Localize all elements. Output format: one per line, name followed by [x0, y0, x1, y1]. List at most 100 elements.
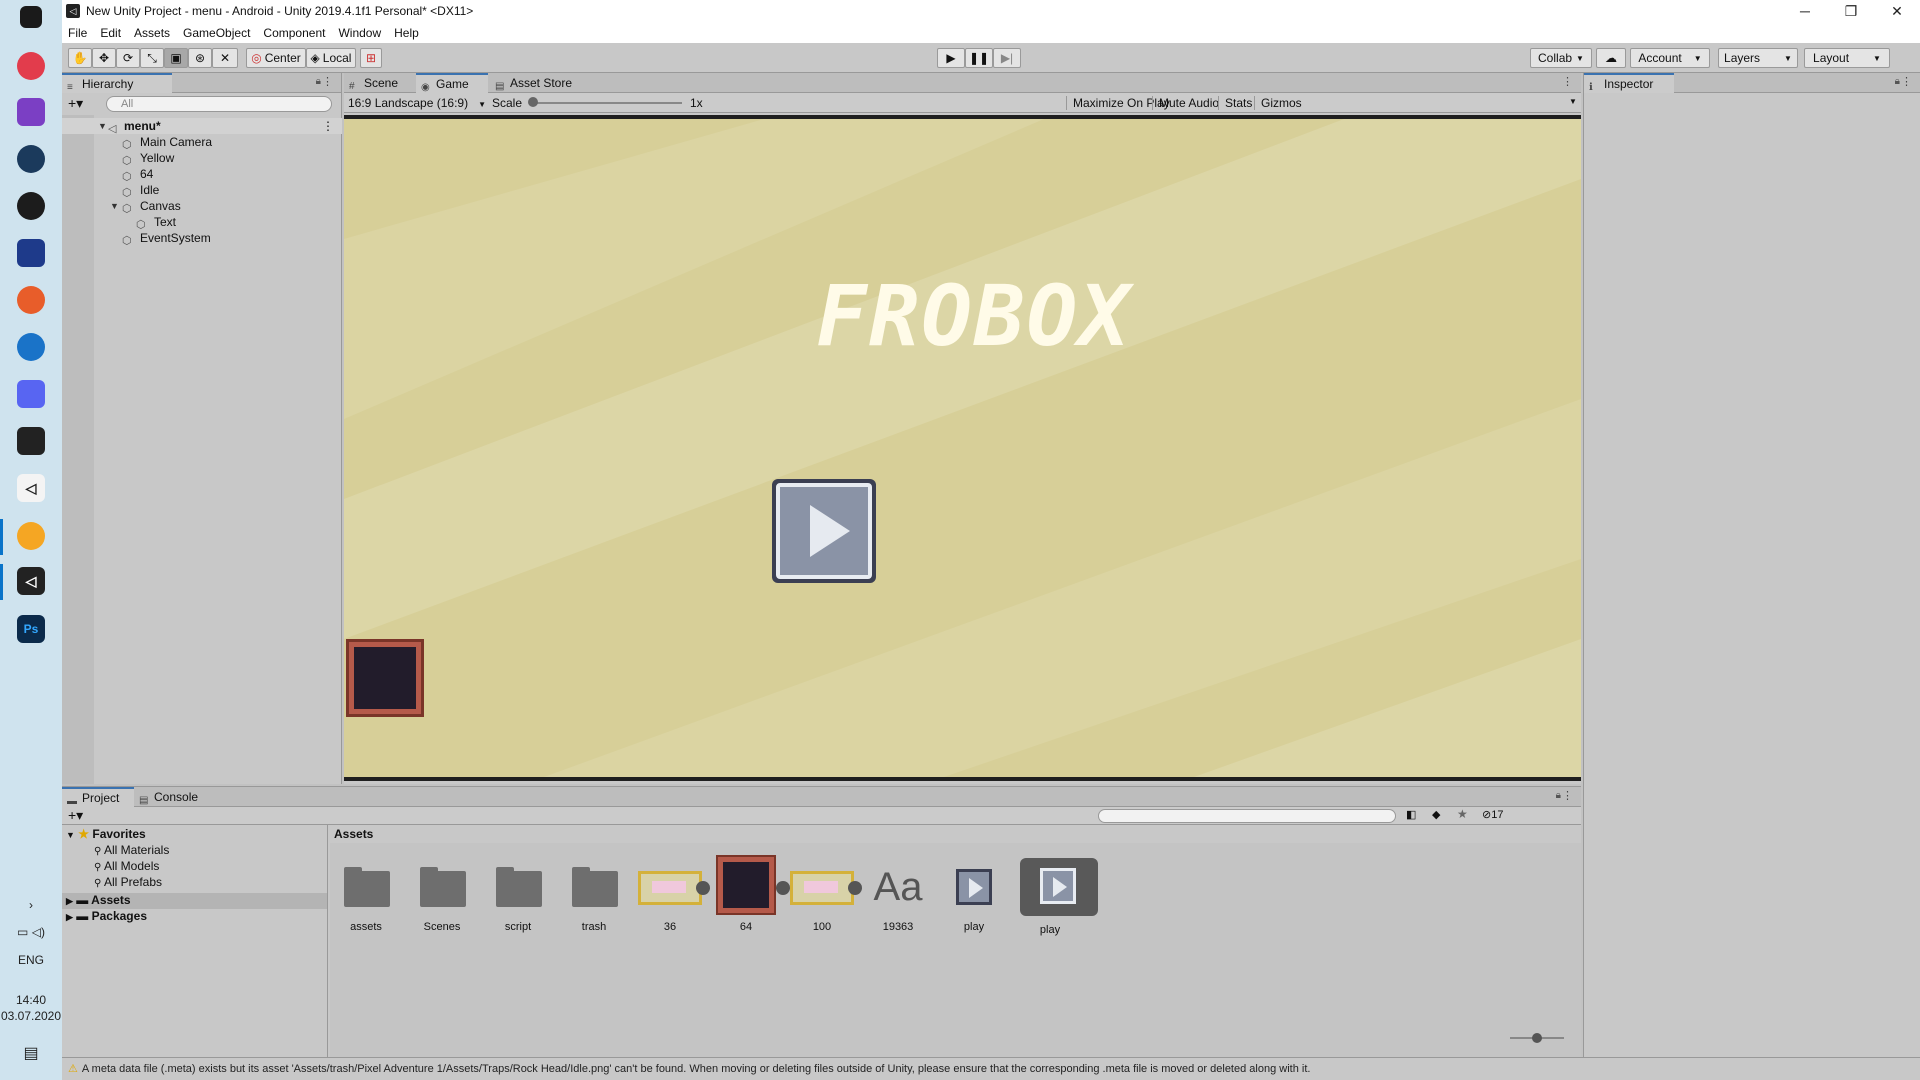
gizmos-dropdown[interactable]: Gizmos	[1254, 96, 1302, 110]
expand-arrow-icon[interactable]: ▼	[98, 118, 107, 134]
status-bar[interactable]: ⚠ A meta data file (.meta) exists but its…	[62, 1057, 1920, 1080]
hand-tool-icon[interactable]: ✋	[68, 48, 92, 68]
hierarchy-item[interactable]: ⬡ Text	[62, 214, 342, 231]
account-dropdown[interactable]: Account ▼	[1630, 48, 1710, 68]
lock-icon[interactable]: 🔒︎	[316, 76, 321, 87]
hierarchy-scene-row[interactable]: ▼ ◁ menu* ⋮	[62, 118, 342, 135]
minimize-button[interactable]: ─	[1782, 0, 1828, 22]
tab-game[interactable]: ◉ Game	[416, 73, 488, 93]
asset-sprite[interactable]: 64	[716, 855, 790, 933]
lock-icon[interactable]: 🔒︎	[1895, 76, 1900, 87]
asset-folder[interactable]: trash	[564, 861, 624, 933]
tab-hierarchy[interactable]: ≡ Hierarchy	[62, 73, 172, 93]
menu-gameobject[interactable]: GameObject	[183, 26, 250, 40]
tab-scene[interactable]: # Scene	[344, 73, 416, 93]
layout-dropdown[interactable]: Layout ▼	[1804, 48, 1890, 68]
language-indicator[interactable]: ENG	[0, 953, 62, 967]
app-icon[interactable]	[17, 192, 45, 220]
favorites-node[interactable]: ▼ ★ Favorites	[66, 827, 146, 841]
maximize-button[interactable]: ❐	[1828, 0, 1874, 22]
app-icon[interactable]	[17, 239, 45, 267]
opera-icon[interactable]	[17, 52, 45, 80]
menu-edit[interactable]: Edit	[100, 26, 121, 40]
asset-font[interactable]: Aa 19363	[868, 861, 928, 933]
rect-tool-icon[interactable]: ▣	[164, 48, 188, 68]
close-button[interactable]: ✕	[1874, 0, 1920, 22]
asset-sprite[interactable]: 36	[638, 861, 710, 933]
hierarchy-item[interactable]: ▼ ⬡ Canvas	[62, 198, 342, 215]
hierarchy-item[interactable]: ⬡ Main Camera	[62, 134, 342, 151]
visual-studio-icon[interactable]	[17, 98, 45, 126]
discord-icon[interactable]	[17, 380, 45, 408]
favorite-star-icon[interactable]: ★	[1457, 807, 1468, 821]
scale-slider-thumb[interactable]	[528, 97, 538, 107]
move-tool-icon[interactable]: ✥	[92, 48, 116, 68]
expand-arrow-icon[interactable]: ▼	[110, 198, 119, 214]
clock-date[interactable]: 03.07.2020	[0, 1009, 62, 1023]
network-volume-icons[interactable]: ▭ ◁)	[0, 925, 62, 939]
menu-window[interactable]: Window	[338, 26, 381, 40]
create-button[interactable]: +▾	[68, 807, 83, 824]
aspect-dropdown[interactable]: 16:9 Landscape (16:9) ▼	[348, 96, 486, 110]
chevron-down-icon[interactable]: ▼	[1569, 97, 1577, 106]
asset-folder[interactable]: assets	[336, 861, 396, 933]
app-icon[interactable]	[17, 333, 45, 361]
notification-icon[interactable]: ▤	[0, 1043, 62, 1063]
favorite-item[interactable]: ⚲ All Models	[94, 859, 159, 873]
play-game-button[interactable]	[772, 479, 876, 583]
asset-sprite[interactable]: play	[944, 861, 1004, 933]
rotate-tool-icon[interactable]: ⟳	[116, 48, 140, 68]
scale-slider[interactable]	[532, 102, 682, 104]
clock-time[interactable]: 14:40	[0, 993, 62, 1007]
unity-icon[interactable]: ◁	[17, 567, 45, 595]
assets-root-node[interactable]: ▶ ▬ Assets	[62, 893, 327, 909]
asset-sprite[interactable]: 100	[790, 861, 862, 933]
hierarchy-item[interactable]: ⬡ Yellow	[62, 150, 342, 167]
tab-project[interactable]: ▬ Project	[62, 787, 134, 807]
step-button[interactable]: ▶|	[993, 48, 1021, 68]
expand-arrow-icon[interactable]: ▶	[66, 896, 73, 906]
expand-arrow-icon[interactable]: ▼	[66, 830, 75, 840]
icon-size-slider-thumb[interactable]	[1532, 1033, 1542, 1043]
favorite-item[interactable]: ⚲ All Prefabs	[94, 875, 162, 889]
photoshop-icon[interactable]: Ps	[17, 615, 45, 643]
favorite-item[interactable]: ⚲ All Materials	[94, 843, 169, 857]
filter-type-icon[interactable]: ◧	[1406, 808, 1416, 821]
asset-sprite-selected[interactable]: play	[1020, 858, 1098, 936]
game-canvas[interactable]: FROBOX	[344, 115, 1581, 781]
hierarchy-item[interactable]: ⬡ 64	[62, 166, 342, 183]
project-search-input[interactable]	[1098, 809, 1396, 823]
unity-hub-icon[interactable]: ◁	[17, 474, 45, 502]
more-menu-icon[interactable]: ⋮	[1901, 75, 1912, 88]
lock-icon[interactable]: 🔒︎	[1556, 790, 1561, 801]
grid-snap-icon[interactable]: ⊞	[360, 48, 382, 68]
tray-expand-icon[interactable]: ›	[0, 898, 62, 912]
hierarchy-search-input[interactable]: All	[106, 96, 332, 112]
hierarchy-item[interactable]: ⬡ EventSystem	[62, 230, 342, 247]
stats-toggle[interactable]: Stats	[1218, 96, 1252, 110]
custom-tool-icon[interactable]: ✕	[212, 48, 238, 68]
menu-component[interactable]: Component	[263, 26, 325, 40]
asset-folder[interactable]: script	[488, 861, 548, 933]
tab-asset-store[interactable]: ▤ Asset Store	[490, 73, 590, 93]
steam-icon[interactable]	[17, 145, 45, 173]
layers-dropdown[interactable]: Layers ▼	[1718, 48, 1798, 68]
add-object-button[interactable]: +▾	[68, 95, 83, 112]
mute-audio-toggle[interactable]: Mute Audio	[1152, 96, 1219, 110]
menu-file[interactable]: File	[68, 26, 87, 40]
menu-assets[interactable]: Assets	[134, 26, 170, 40]
more-menu-icon[interactable]: ⋮	[322, 75, 333, 88]
hidden-packages-count[interactable]: ⊘17	[1482, 808, 1503, 821]
more-menu-icon[interactable]: ⋮	[1562, 75, 1573, 88]
pause-button[interactable]: ❚❚	[965, 48, 993, 68]
filter-label-icon[interactable]: ◆	[1432, 808, 1440, 821]
packages-root-node[interactable]: ▶ ▬ Packages	[66, 909, 147, 923]
app-icon[interactable]	[17, 522, 45, 550]
hierarchy-item[interactable]: ⬡ Idle	[62, 182, 342, 199]
play-button[interactable]: ▶	[937, 48, 965, 68]
asset-folder[interactable]: Scenes	[412, 861, 472, 933]
more-menu-icon[interactable]: ⋮	[1562, 789, 1573, 802]
pivot-center-button[interactable]: ◎ Center	[246, 48, 306, 68]
menu-help[interactable]: Help	[394, 26, 419, 40]
app-icon[interactable]	[17, 286, 45, 314]
